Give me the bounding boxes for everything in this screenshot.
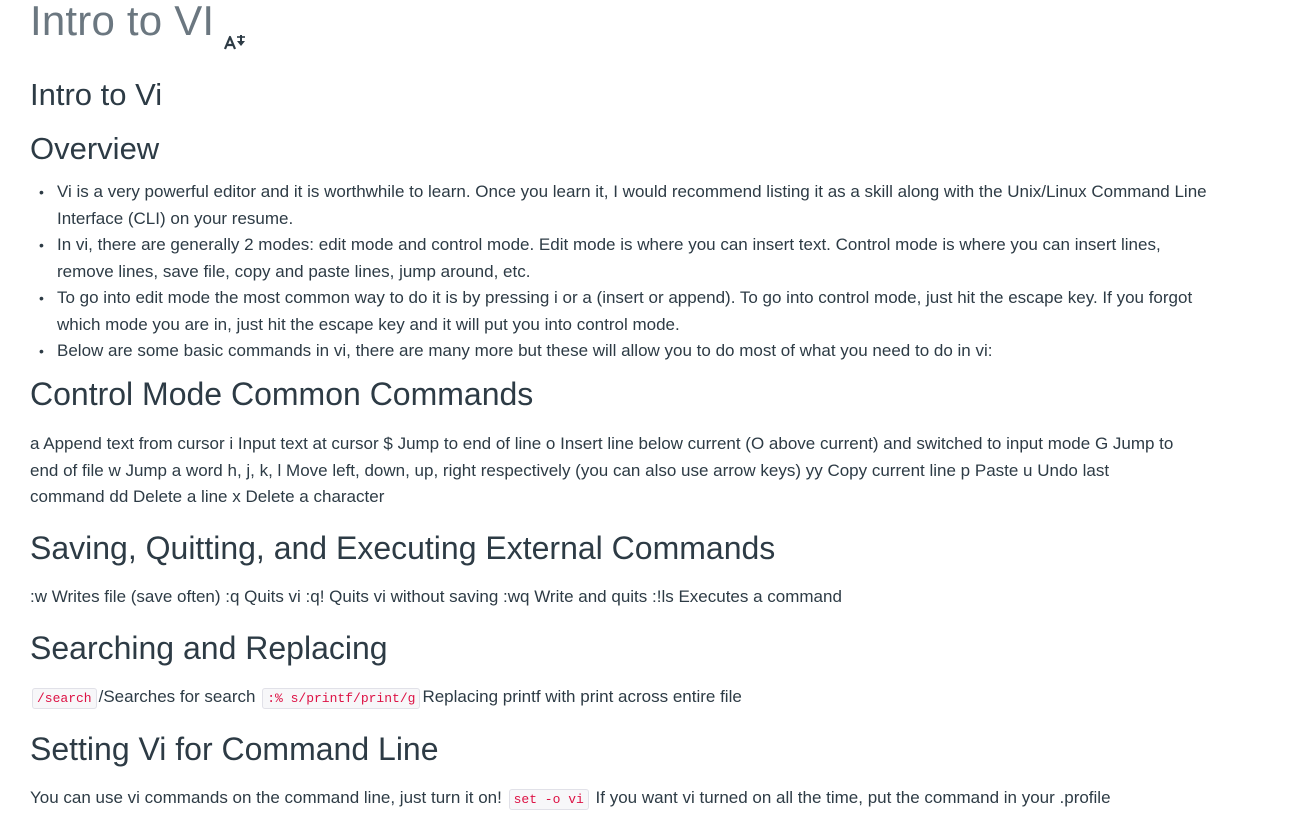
- list-item: Below are some basic commands in vi, the…: [39, 338, 1207, 365]
- list-item: Vi is a very powerful editor and it is w…: [39, 179, 1207, 232]
- search-heading: Searching and Replacing: [30, 630, 388, 666]
- setting-paragraph: You can use vi commands on the command l…: [30, 785, 1180, 814]
- list-item: To go into edit mode the most common way…: [39, 285, 1207, 338]
- saving-commands-text: :w Writes file (save often) :q Quits vi …: [30, 587, 842, 606]
- search-paragraph: /search/Searches for search :% s/printf/…: [30, 684, 1180, 713]
- list-item: In vi, there are generally 2 modes: edit…: [39, 232, 1207, 285]
- search-code: /search: [32, 688, 97, 709]
- replace-code: :% s/printf/print/g: [262, 688, 421, 709]
- replace-description: Replacing printf with print across entir…: [422, 687, 742, 706]
- page-title: Intro to VI: [30, 0, 248, 50]
- setting-text-before: You can use vi commands on the command l…: [30, 788, 502, 807]
- page-title-text: Intro to VI: [30, 0, 215, 44]
- setting-text-after: If you want vi turned on all the time, p…: [595, 788, 1111, 807]
- intro-heading: Intro to Vi: [30, 77, 163, 112]
- overview-list: Vi is a very powerful editor and it is w…: [30, 179, 1207, 365]
- control-mode-heading: Control Mode Common Commands: [30, 376, 534, 412]
- saving-heading: Saving, Quitting, and Executing External…: [30, 530, 776, 566]
- setting-heading: Setting Vi for Command Line: [30, 731, 439, 767]
- set-vi-code: set -o vi: [508, 789, 589, 810]
- search-description: /Searches for search: [98, 687, 256, 706]
- immersive-reader-icon[interactable]: [224, 13, 248, 50]
- control-mode-commands-text: a Append text from cursor i Input text a…: [30, 434, 1174, 506]
- overview-heading: Overview: [30, 131, 160, 166]
